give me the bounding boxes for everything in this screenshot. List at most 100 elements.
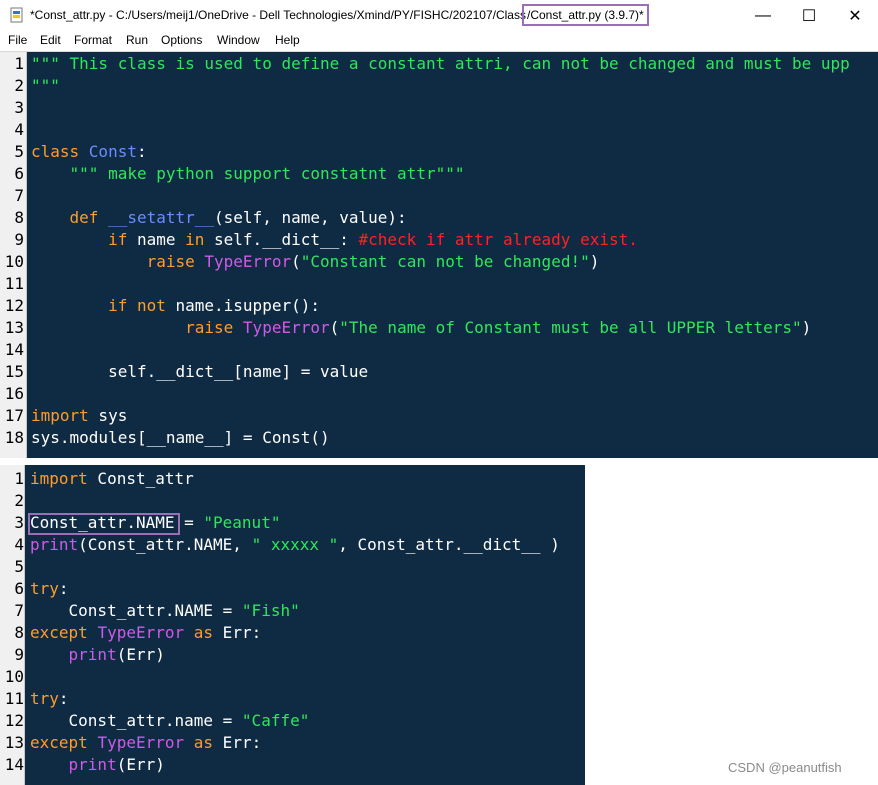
code-token: sys.modules[__name__] = Const() [31, 428, 330, 447]
line-number: 9 [14, 645, 24, 664]
menu-file[interactable]: File [8, 33, 27, 47]
code-token: name.isupper(): [165, 296, 320, 315]
code-line[interactable]: 7 [0, 185, 878, 207]
python-file-icon [10, 7, 23, 23]
code-line[interactable]: 4 [0, 119, 878, 141]
menu-run[interactable]: Run [126, 33, 148, 47]
code-line[interactable]: 11 [0, 273, 878, 295]
code-line[interactable]: 12 Const_attr.name = "Caffe" [0, 710, 585, 732]
line-number: 11 [4, 689, 24, 708]
code-line[interactable]: 10 [0, 666, 585, 688]
code-text: print(Err) [30, 754, 165, 776]
code-token: "Caffe" [241, 711, 310, 730]
code-text: sys.modules[__name__] = Const() [31, 427, 330, 449]
code-line[interactable]: 16 [0, 383, 878, 405]
window-title-path: *Const_attr.py - C:/Users/meij1/OneDrive… [30, 8, 526, 22]
line-number: 16 [4, 384, 24, 403]
code-token: try [30, 689, 59, 708]
editor-test-script[interactable]: 1 import Const_attr 2 3 Const_attr.NAME = "P… [0, 465, 585, 785]
code-line[interactable]: 2 [0, 490, 585, 512]
code-line[interactable]: 6 try: [0, 578, 585, 600]
editor-const-attr[interactable]: 1 """ This class is used to define a cons… [0, 52, 878, 458]
code-token: print [30, 535, 79, 554]
code-text: print(Err) [30, 644, 165, 666]
line-number: 12 [4, 711, 24, 730]
minimize-button[interactable]: — [740, 0, 786, 31]
code-token: , Const_attr.__dict__ ) [338, 535, 560, 554]
line-number: 8 [14, 623, 24, 642]
code-line[interactable]: 13 raise TypeError("The name of Constant… [0, 317, 878, 339]
code-line[interactable]: 14 [0, 339, 878, 361]
menu-format[interactable]: Format [74, 33, 112, 47]
code-line[interactable]: 1 import Const_attr [0, 468, 585, 490]
code-token: "The name of Constant must be all UPPER … [339, 318, 802, 337]
code-token: Err: [213, 623, 262, 642]
code-line[interactable]: 8 except TypeError as Err: [0, 622, 585, 644]
code-token: : [58, 689, 69, 708]
code-token: as [184, 623, 214, 642]
code-text: raise TypeError("Constant can not be cha… [31, 251, 600, 273]
csdn-watermark: CSDN @peanutfish [728, 760, 842, 775]
code-line[interactable]: 13 except TypeError as Err: [0, 732, 585, 754]
menu-bar: File Edit Format Run Options Window Help [0, 31, 878, 52]
line-number: 2 [14, 76, 24, 95]
code-token: self.__dict__[name] = value [31, 362, 369, 381]
code-line[interactable]: 18 sys.modules[__name__] = Const() [0, 427, 878, 449]
code-token: Const_attr.NAME = [30, 513, 204, 532]
code-line[interactable]: 3 [0, 97, 878, 119]
menu-options[interactable]: Options [161, 33, 202, 47]
code-line[interactable]: 11 try: [0, 688, 585, 710]
menu-edit[interactable]: Edit [40, 33, 61, 47]
line-number: 12 [4, 296, 24, 315]
code-token: ) [589, 252, 600, 271]
code-token: (Err) [116, 645, 165, 664]
code-line[interactable]: 14 print(Err) [0, 754, 585, 776]
code-token: if [108, 230, 128, 249]
code-token: self.__dict__: [204, 230, 359, 249]
window-title-filename: /Const_attr.py (3.9.7)* [521, 4, 649, 26]
code-text: self.__dict__[name] = value [31, 361, 368, 383]
code-token: Err: [213, 733, 262, 752]
code-token: (Err) [116, 755, 165, 774]
code-line[interactable]: 1 """ This class is used to define a cons… [0, 53, 878, 75]
code-token: raise [146, 252, 205, 271]
code-line[interactable]: 4 print(Const_attr.NAME, " xxxxx ", Const… [0, 534, 585, 556]
code-line[interactable]: 9 if name in self.__dict__: #check if at… [0, 229, 878, 251]
code-token: : [58, 579, 69, 598]
code-token: import [31, 406, 89, 425]
line-number: 9 [14, 230, 24, 249]
line-number: 14 [4, 755, 24, 774]
code-token: in [185, 230, 205, 249]
code-token: (self, name, value): [214, 208, 407, 227]
close-button[interactable]: ✕ [832, 0, 878, 31]
code-line[interactable]: 2 """ [0, 75, 878, 97]
code-line[interactable]: 10 raise TypeError("Constant can not be … [0, 251, 878, 273]
code-line[interactable]: 6 """ make python support constatnt attr… [0, 163, 878, 185]
menu-help[interactable]: Help [275, 33, 300, 47]
line-number: 14 [4, 340, 24, 359]
code-line[interactable]: 12 if not name.isupper(): [0, 295, 878, 317]
code-line[interactable]: 17 import sys [0, 405, 878, 427]
code-token: " xxxxx " [251, 535, 339, 554]
code-text: Const_attr.NAME = "Fish" [30, 600, 300, 622]
code-text: class Const: [31, 141, 147, 163]
code-line[interactable]: 15 self.__dict__[name] = value [0, 361, 878, 383]
code-token: as [184, 733, 214, 752]
code-token: ( [291, 252, 301, 271]
line-number: 2 [14, 491, 24, 510]
code-line[interactable]: 9 print(Err) [0, 644, 585, 666]
menu-window[interactable]: Window [217, 33, 260, 47]
code-line[interactable]: 5 class Const: [0, 141, 878, 163]
maximize-button[interactable]: ☐ [786, 0, 832, 31]
code-text: """ [31, 75, 60, 97]
code-line[interactable]: 3 Const_attr.NAME = "Peanut" [0, 512, 585, 534]
code-line[interactable]: 7 Const_attr.NAME = "Fish" [0, 600, 585, 622]
line-number: 7 [14, 186, 24, 205]
line-number: 1 [14, 469, 24, 488]
code-token: Const_attr.NAME = [30, 601, 242, 620]
code-line[interactable]: 8 def __setattr__(self, name, value): [0, 207, 878, 229]
code-line[interactable]: 5 [0, 556, 585, 578]
